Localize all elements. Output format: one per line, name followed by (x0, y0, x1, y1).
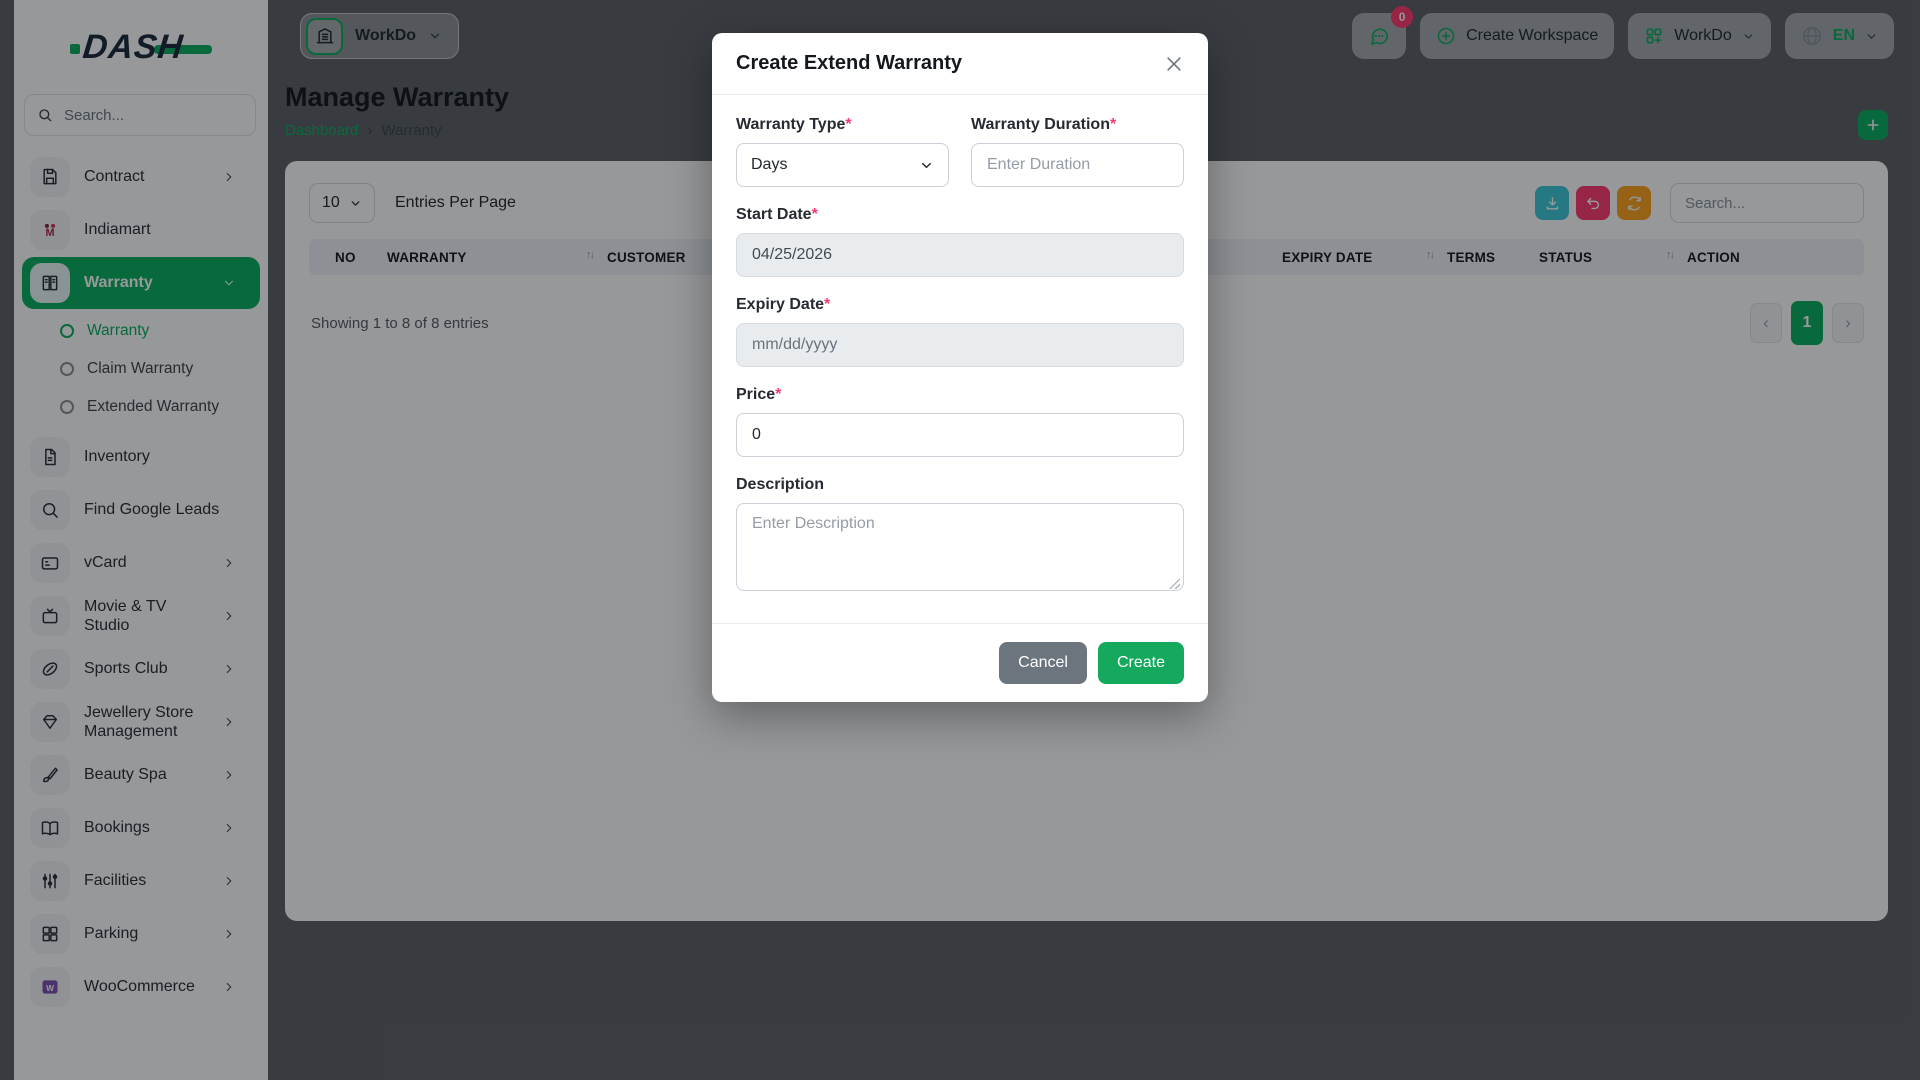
create-extend-warranty-modal: Create Extend Warranty Warranty Type* Da… (712, 33, 1208, 702)
create-button[interactable]: Create (1098, 642, 1184, 684)
chevron-down-icon (919, 158, 934, 173)
price-label: Price* (736, 386, 1184, 404)
start-date-label: Start Date* (736, 206, 1184, 224)
start-date-input[interactable] (736, 233, 1184, 277)
warranty-type-value: Days (751, 156, 787, 174)
warranty-duration-input[interactable] (971, 143, 1184, 187)
cancel-button[interactable]: Cancel (999, 642, 1087, 684)
description-textarea[interactable] (736, 503, 1184, 591)
modal-footer: Cancel Create (712, 623, 1208, 702)
warranty-type-select[interactable]: Days (736, 143, 949, 187)
modal-header: Create Extend Warranty (712, 33, 1208, 95)
warranty-type-label: Warranty Type* (736, 116, 949, 134)
warranty-duration-label: Warranty Duration* (971, 116, 1184, 134)
price-input[interactable] (736, 413, 1184, 457)
modal-body: Warranty Type* Days Warranty Duration* S… (712, 95, 1208, 617)
description-label: Description (736, 476, 1184, 494)
app-screen: DASH ContractMIndiamartWarrantyWarrantyC… (0, 0, 1920, 1080)
expiry-date-label: Expiry Date* (736, 296, 1184, 314)
close-icon[interactable] (1164, 54, 1184, 74)
expiry-date-input[interactable] (736, 323, 1184, 367)
modal-title: Create Extend Warranty (736, 52, 962, 75)
